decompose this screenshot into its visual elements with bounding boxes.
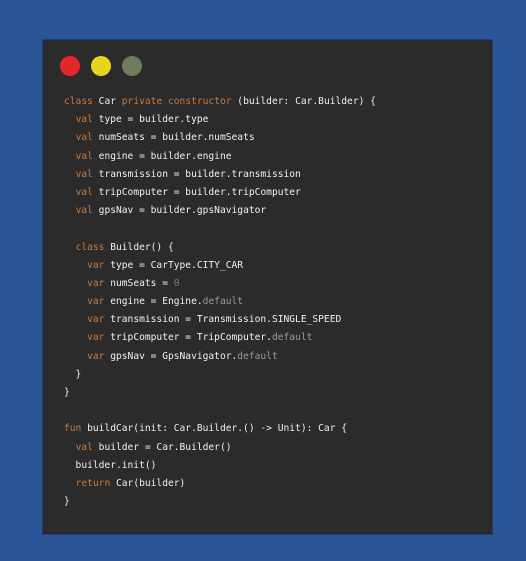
code-line: var gpsNav = GpsNavigator.default [64,348,376,366]
code-token: builder.init() [64,459,157,471]
code-line: val transmission = builder.transmission [64,166,376,184]
code-line: class Car private constructor (builder: … [64,93,376,111]
window-controls [60,56,142,76]
code-line: var tripComputer = TripComputer.default [64,329,376,347]
code-token: val [75,150,93,162]
code-token: } [64,387,70,398]
code-line: var numSeats = 0 [64,275,376,293]
code-token: gpsNav = GpsNavigator. [104,350,238,362]
code-token: val [75,186,93,198]
code-token: var [87,277,105,289]
code-token: type = builder.type [92,114,209,126]
code-token: return [75,477,111,489]
code-line: class Builder() { [64,239,376,257]
code-token: gpsNav = builder.gpsNavigator [92,205,267,217]
code-token: default [237,350,278,362]
code-token: tripComputer = builder.tripComputer [92,186,301,198]
code-line: val builder = Car.Builder() [64,439,376,457]
code-block: class Car private constructor (builder: … [64,93,376,511]
code-token: val [75,168,93,180]
code-line: val engine = builder.engine [64,148,376,166]
code-token: (builder: Car.Builder) { [231,96,376,107]
code-token: val [75,132,93,144]
maximize-dot-icon [122,56,142,76]
code-line: fun buildCar(init: Car.Builder.() -> Uni… [64,420,376,438]
code-token: buildCar(init: Car.Builder.() -> Unit): … [81,423,348,435]
code-token: val [75,114,93,126]
code-token: Car(builder) [110,477,186,489]
code-token: type = CarType.CITY_CAR [104,259,244,271]
code-token: engine = Engine. [104,296,203,308]
code-line: } [64,366,376,384]
code-line: val numSeats = builder.numSeats [64,129,376,147]
code-token: Car [92,96,122,107]
code-token: Builder() { [104,241,174,253]
code-token: val [75,441,93,453]
code-line: val type = builder.type [64,111,376,129]
code-token: var [87,259,105,271]
code-token: class [64,96,93,107]
code-token: var [87,350,105,362]
code-token: var [87,314,105,326]
code-token: class [75,241,105,253]
code-token: var [87,332,105,344]
code-line: var type = CarType.CITY_CAR [64,257,376,275]
code-line: } [64,493,376,511]
code-token: builder = Car.Builder() [92,441,232,453]
code-token: engine = builder.engine [92,150,232,162]
code-line: var transmission = Transmission.SINGLE_S… [64,311,376,329]
code-token: numSeats = [104,277,174,289]
code-token: val [75,205,93,217]
code-token: private constructor [121,96,232,107]
code-line: var engine = Engine.default [64,293,376,311]
code-line: builder.init() [64,457,376,475]
minimize-dot-icon [91,56,111,76]
code-token: default [202,296,244,308]
code-line: val tripComputer = builder.tripComputer [64,184,376,202]
code-token: transmission = Transmission.SINGLE_SPEED [104,314,342,326]
code-token: } [64,368,82,380]
code-line: val gpsNav = builder.gpsNavigator [64,202,376,220]
code-token: 0 [173,277,180,289]
code-token: fun [64,423,82,435]
code-token: } [64,496,70,508]
code-token: default [271,332,313,344]
code-token: tripComputer = TripComputer. [104,332,272,344]
code-token: var [87,296,105,308]
code-line: return Car(builder) [64,475,376,493]
code-token: numSeats = builder.numSeats [92,132,255,144]
close-dot-icon [60,56,80,76]
code-line: } [64,384,376,402]
code-token: transmission = builder.transmission [92,168,301,180]
